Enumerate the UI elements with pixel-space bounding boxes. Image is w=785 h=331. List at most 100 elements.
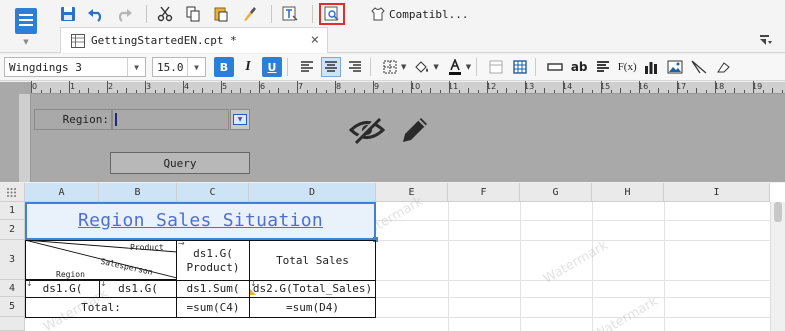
cell-d4[interactable]: ds2.G(Total_Sales) bbox=[249, 280, 376, 298]
bold-button[interactable]: B bbox=[214, 57, 234, 77]
ruler-tick bbox=[116, 90, 118, 93]
ruler-tick bbox=[534, 90, 536, 93]
slash-cell-button[interactable] bbox=[689, 57, 709, 77]
format-painter-button[interactable] bbox=[237, 3, 261, 25]
column-header-i[interactable]: I bbox=[664, 183, 770, 202]
column-header-b[interactable]: B bbox=[99, 183, 177, 202]
column-header-c[interactable]: C bbox=[177, 183, 249, 202]
column-header-d[interactable]: D bbox=[249, 183, 376, 202]
ruler-tick bbox=[648, 90, 650, 93]
ruler-tick bbox=[439, 90, 441, 93]
brush-icon bbox=[244, 7, 256, 21]
report-sheet[interactable]: A B C D E F G H I 1 2 3 4 5 Watermark Wa… bbox=[0, 183, 785, 331]
font-color-button[interactable] bbox=[445, 57, 465, 77]
cell-icon bbox=[547, 63, 563, 71]
merge-cells-button[interactable] bbox=[486, 57, 506, 77]
query-button[interactable]: Query bbox=[110, 152, 250, 174]
row-header-2[interactable]: 2 bbox=[0, 220, 25, 240]
image-button[interactable] bbox=[665, 57, 685, 77]
insert-table-button[interactable] bbox=[510, 57, 530, 77]
column-header-g[interactable]: G bbox=[520, 183, 592, 202]
cell-c4[interactable]: ds1.Sum( bbox=[176, 280, 250, 298]
ruler-tick bbox=[230, 90, 232, 93]
tab-document[interactable]: GettingStartedEN.cpt * × bbox=[60, 27, 328, 53]
chevron-down-icon[interactable]: ▼ bbox=[401, 63, 406, 71]
ruler-tick bbox=[107, 81, 108, 93]
report-file-icon bbox=[71, 34, 85, 48]
ruler-tick bbox=[97, 90, 99, 93]
region-dropdown-button[interactable]: ▼ bbox=[230, 109, 250, 130]
formula-button[interactable]: F(x) bbox=[617, 57, 637, 77]
app-menu-button[interactable]: ▼ bbox=[0, 0, 52, 53]
vertical-scrollbar[interactable] bbox=[770, 202, 785, 331]
column-header-h[interactable]: H bbox=[592, 183, 664, 202]
align-center-button[interactable] bbox=[321, 57, 341, 77]
slash-header-cell[interactable]: Product Salesperson Region bbox=[25, 240, 177, 280]
fill-color-button[interactable] bbox=[412, 57, 432, 77]
undo-button[interactable] bbox=[84, 3, 108, 25]
tab-row: GettingStartedEN.cpt * × bbox=[52, 27, 785, 53]
cell-a5[interactable]: Total: bbox=[25, 297, 177, 318]
align-right-icon bbox=[349, 61, 361, 72]
chart-button[interactable] bbox=[641, 57, 661, 77]
eraser-icon bbox=[717, 62, 730, 73]
ruler-tick bbox=[88, 88, 89, 93]
insert-cell-button[interactable] bbox=[545, 57, 565, 77]
ruler-tick bbox=[50, 88, 51, 93]
cell-d5[interactable]: =sum(D4) bbox=[249, 297, 376, 318]
row-header-6[interactable] bbox=[0, 317, 25, 331]
column-header-f[interactable]: F bbox=[448, 183, 520, 202]
cell-marker-icon bbox=[250, 289, 256, 295]
row-header-1[interactable]: 1 bbox=[0, 202, 25, 220]
eraser-button[interactable] bbox=[713, 57, 733, 77]
close-icon[interactable]: × bbox=[311, 32, 319, 48]
font-size-select[interactable]: 15.0 ▼ bbox=[152, 57, 206, 77]
divider bbox=[146, 5, 147, 23]
cut-button[interactable] bbox=[153, 3, 177, 25]
row-header-5[interactable]: 5 bbox=[0, 297, 25, 317]
pencil-icon[interactable] bbox=[399, 114, 431, 146]
preview-icon bbox=[324, 6, 339, 21]
cell-d3[interactable]: Total Sales bbox=[249, 240, 376, 281]
save-button[interactable] bbox=[56, 3, 80, 25]
cell-b4[interactable]: ds1.G( bbox=[99, 280, 177, 298]
tab-menu-icon[interactable] bbox=[759, 33, 773, 47]
font-name-value: Wingdings 3 bbox=[9, 60, 82, 74]
ruler-tick bbox=[401, 90, 403, 93]
insert-text-button[interactable] bbox=[278, 3, 302, 25]
compatibility-menu[interactable]: Compatibl... bbox=[371, 7, 468, 21]
chevron-down-icon[interactable]: ▼ bbox=[433, 63, 438, 71]
cell-c5[interactable]: =sum(C4) bbox=[176, 297, 250, 318]
paste-button[interactable] bbox=[209, 3, 233, 25]
underline-button[interactable]: U bbox=[262, 57, 282, 77]
copy-button[interactable] bbox=[181, 3, 205, 25]
border-button[interactable] bbox=[380, 57, 400, 77]
ruler-number: 6 bbox=[260, 82, 266, 91]
ruler-tick bbox=[772, 88, 773, 93]
title-cell[interactable]: Region Sales Situation bbox=[25, 202, 376, 240]
rich-text-button[interactable] bbox=[593, 57, 613, 77]
redo-button[interactable] bbox=[112, 3, 136, 25]
align-left-button[interactable] bbox=[297, 57, 317, 77]
cell-c3[interactable]: ds1.G( Product) bbox=[176, 240, 250, 281]
region-input[interactable] bbox=[112, 109, 229, 130]
font-name-select[interactable]: Wingdings 3 ▼ bbox=[4, 57, 146, 77]
chevron-down-icon[interactable]: ▼ bbox=[466, 63, 471, 71]
cell-a4[interactable]: ds1.G( bbox=[25, 280, 100, 298]
eye-hidden-icon[interactable] bbox=[349, 115, 385, 145]
italic-button[interactable]: I bbox=[238, 57, 258, 77]
ruler-tick bbox=[515, 90, 517, 93]
column-header-a[interactable]: A bbox=[25, 183, 99, 202]
ruler-tick bbox=[59, 90, 61, 93]
scrollbar-thumb[interactable] bbox=[774, 202, 782, 222]
ruler-tick bbox=[316, 88, 317, 93]
row-header-3[interactable]: 3 bbox=[0, 240, 25, 280]
align-right-button[interactable] bbox=[345, 57, 365, 77]
row-header-4[interactable]: 4 bbox=[0, 280, 25, 297]
text-cell-button[interactable]: ab bbox=[569, 57, 589, 77]
preview-button[interactable] bbox=[319, 3, 345, 25]
save-icon bbox=[61, 7, 75, 21]
select-all-corner[interactable] bbox=[0, 183, 25, 202]
ruler-tick bbox=[468, 88, 469, 93]
shirt-icon bbox=[371, 7, 385, 21]
